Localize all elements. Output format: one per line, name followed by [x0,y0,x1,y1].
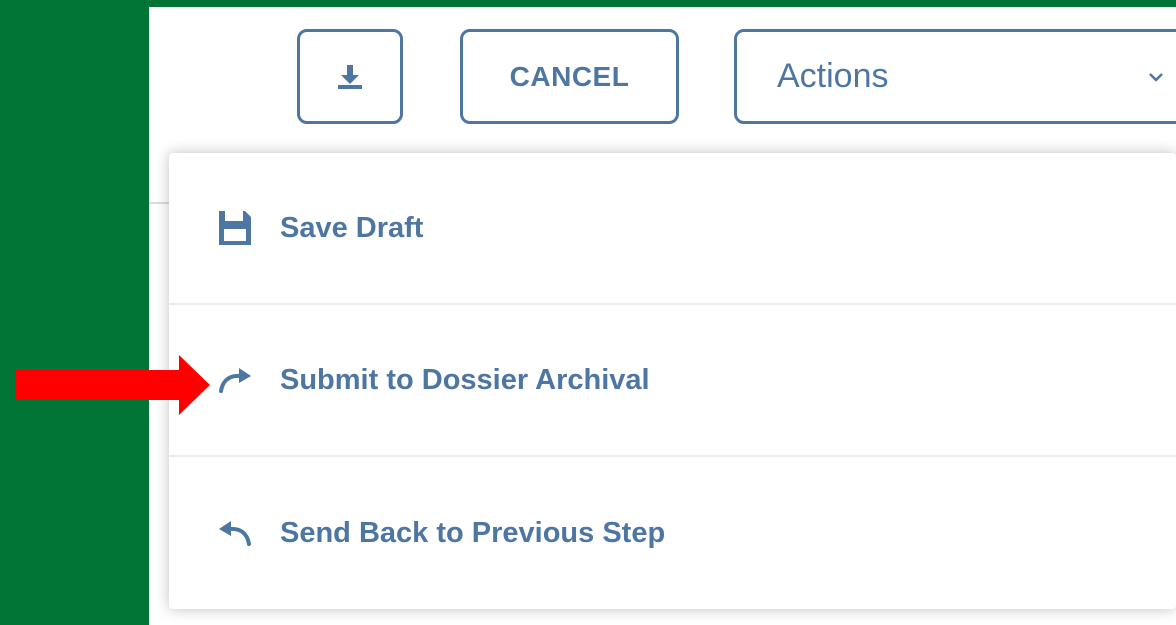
red-pointer-arrow [15,355,210,415]
download-icon [338,64,362,89]
cancel-button[interactable]: CANCEL [460,29,679,124]
actions-menu: Save Draft Submit to Dossier Archival Se… [169,153,1176,609]
actions-dropdown[interactable]: Actions [734,29,1176,124]
menu-item-label: Send Back to Previous Step [280,516,666,549]
menu-item-send-back-previous-step[interactable]: Send Back to Previous Step [169,457,1176,609]
menu-item-submit-dossier-archival[interactable]: Submit to Dossier Archival [169,305,1176,457]
redo-arrow-icon [215,360,255,400]
cancel-button-label: CANCEL [509,60,630,92]
menu-item-label: Save Draft [280,211,424,244]
undo-arrow-icon [215,513,255,553]
floppy-disk-icon [215,208,255,248]
download-button[interactable] [297,29,403,124]
actions-dropdown-label: Actions [777,57,889,95]
chevron-down-icon [1149,72,1163,82]
menu-item-label: Submit to Dossier Archival [280,363,650,396]
menu-item-save-draft[interactable]: Save Draft [169,153,1176,305]
